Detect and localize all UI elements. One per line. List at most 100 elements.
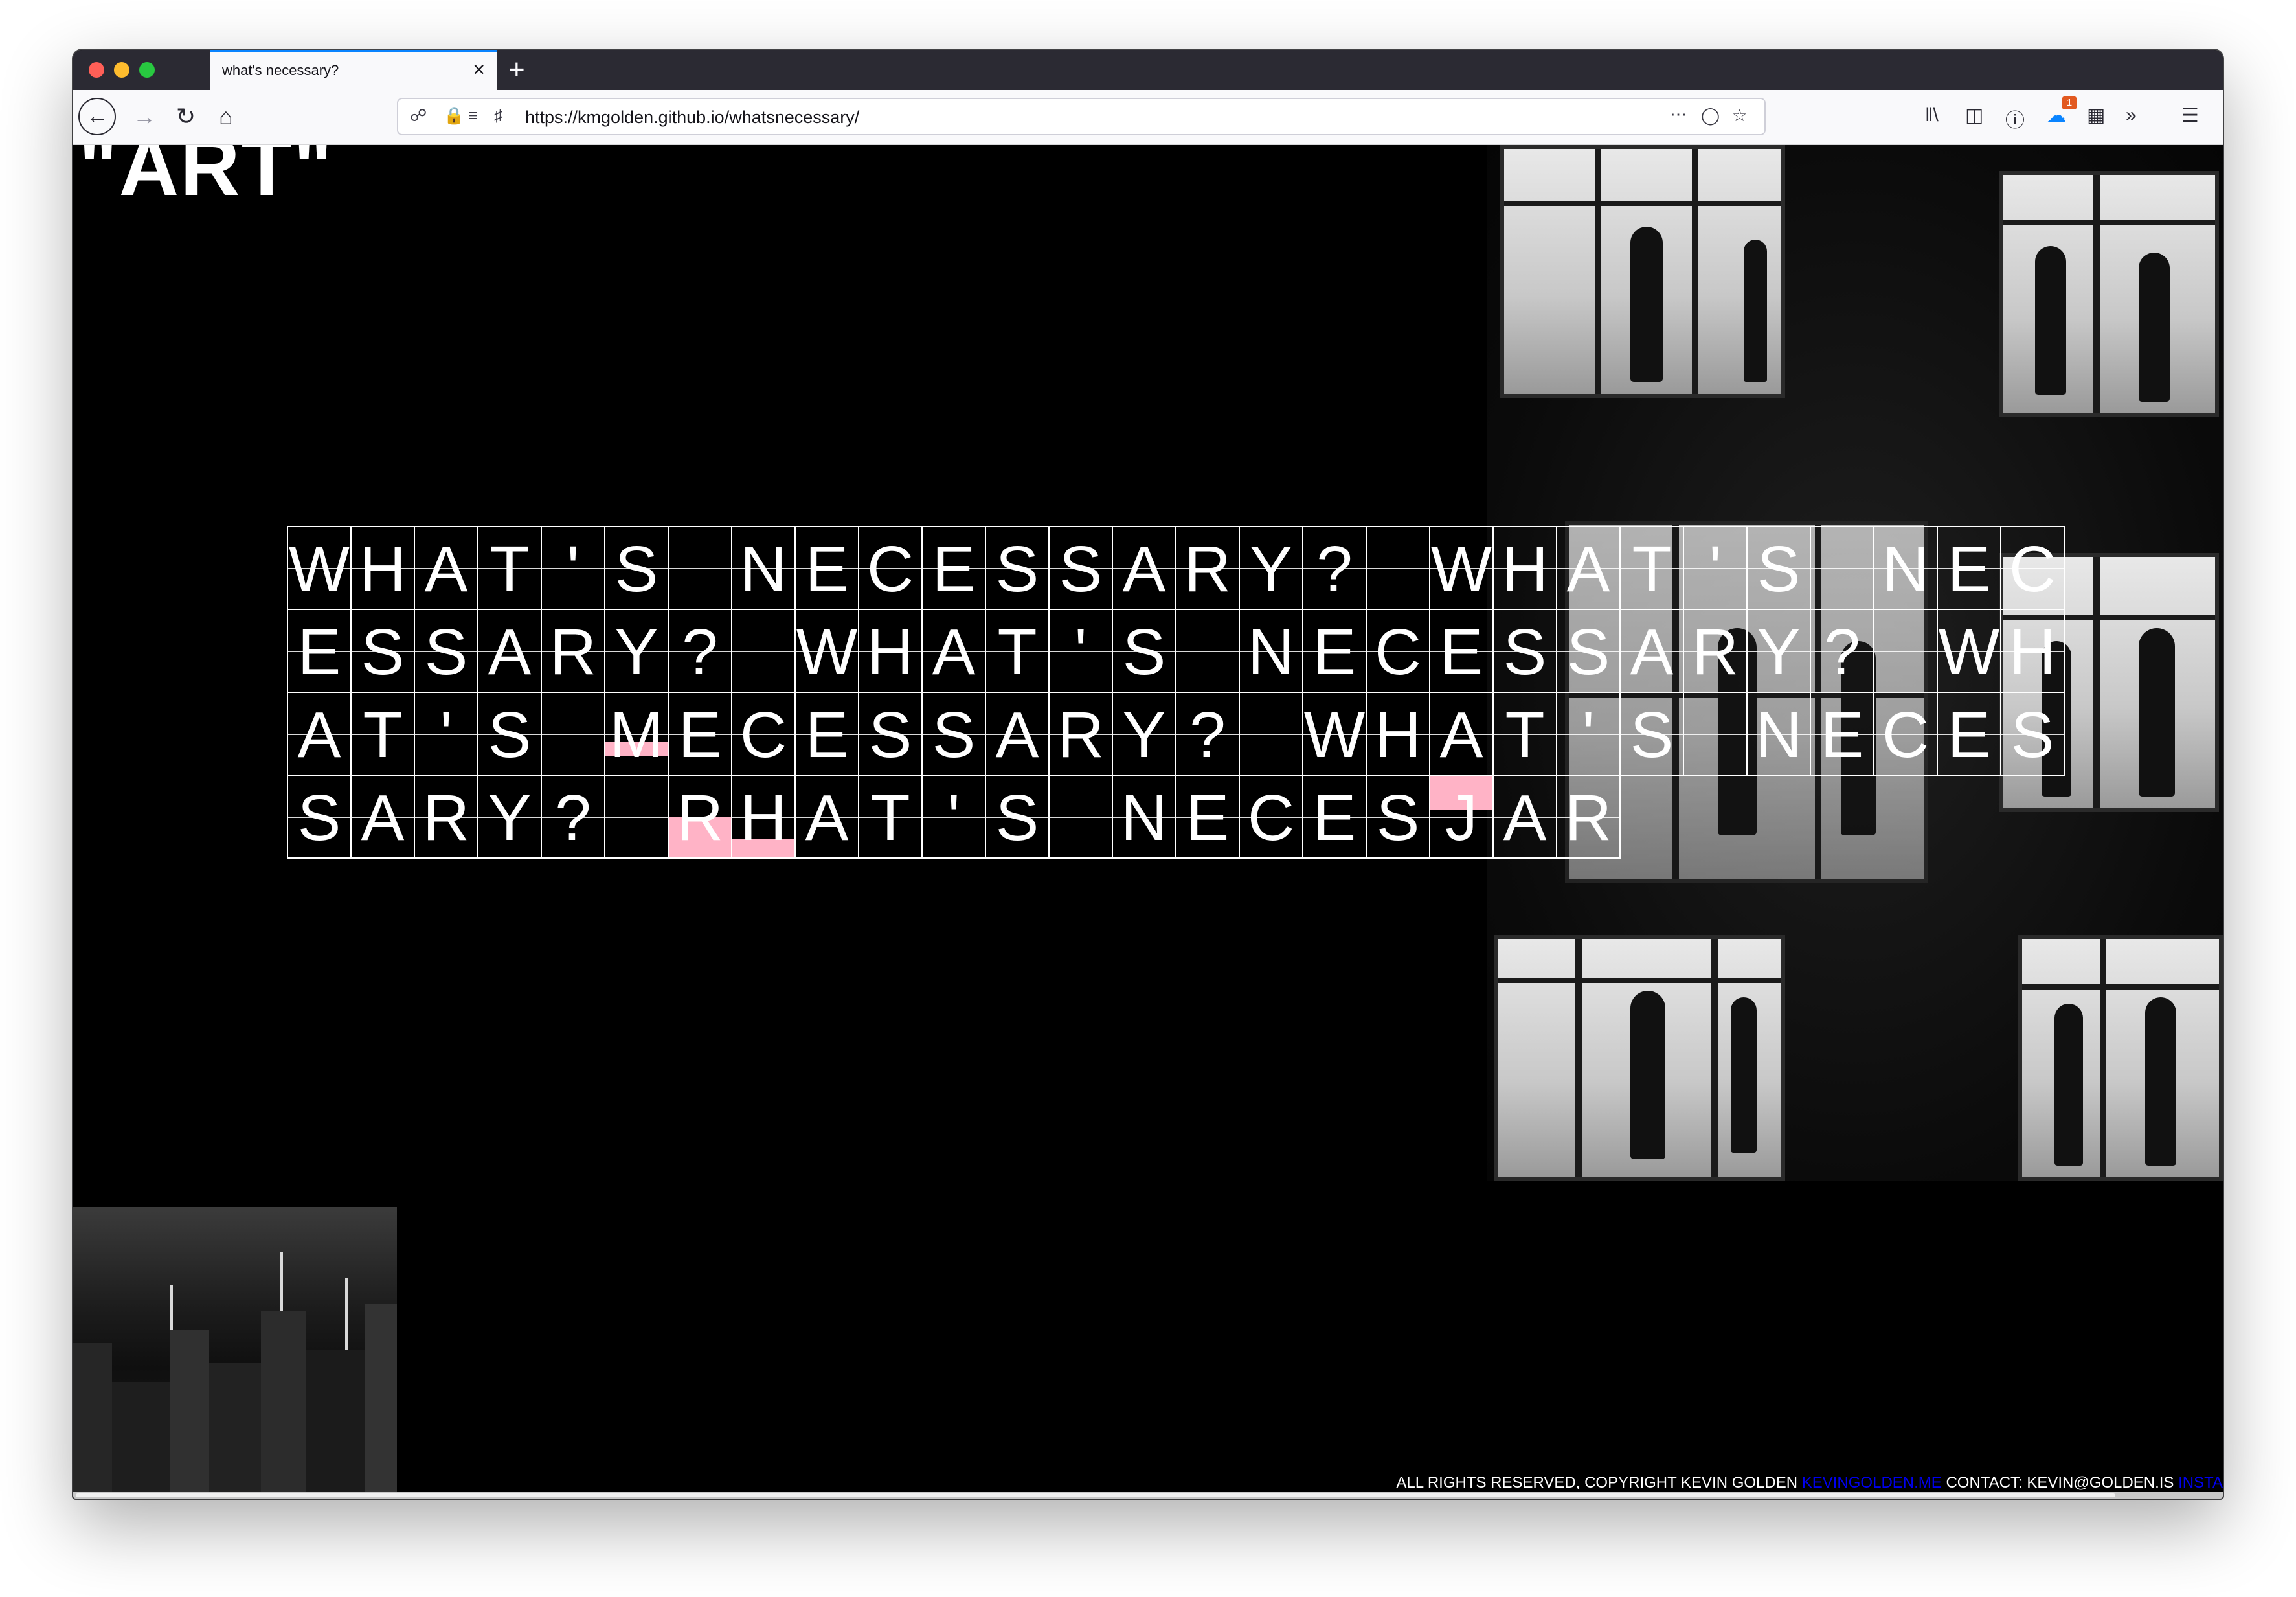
letter-cell[interactable]: A <box>921 609 986 693</box>
back-button[interactable]: ← <box>78 98 116 135</box>
letter-cell[interactable]: T <box>985 609 1050 693</box>
letter-cell[interactable]: S <box>985 526 1050 610</box>
letter-cell[interactable]: T <box>1492 692 1557 776</box>
letter-cell[interactable]: T <box>477 526 542 610</box>
website-link[interactable]: KEVINGOLDEN.ME <box>1802 1474 1942 1491</box>
letter-cell[interactable]: E <box>1302 609 1367 693</box>
letter-cell[interactable]: A <box>1556 526 1621 610</box>
permissions-icon[interactable]: ≡ <box>468 106 478 126</box>
letter-cell[interactable]: A <box>1492 775 1557 859</box>
letter-cell[interactable]: R <box>1556 775 1621 859</box>
letter-cell[interactable]: R <box>1048 692 1113 776</box>
letter-cell[interactable]: ? <box>1810 609 1874 693</box>
letter-cell[interactable]: S <box>350 609 415 693</box>
letter-cell[interactable]: R <box>1175 526 1240 610</box>
library-icon[interactable]: ‖\ <box>1925 104 1939 126</box>
letter-cell[interactable]: Y <box>604 609 669 693</box>
letter-cell[interactable]: C <box>858 526 923 610</box>
letter-cell[interactable]: ? <box>541 775 605 859</box>
reload-button[interactable]: ↻ <box>168 99 204 134</box>
url-bar[interactable]: ☍ 🔒 ≡ ♯ https://kmgolden.github.io/whats… <box>397 98 1766 135</box>
tab-active[interactable]: what's necessary? × <box>210 50 497 91</box>
letter-cell[interactable]: E <box>1937 692 2001 776</box>
letter-cell[interactable]: S <box>1746 526 1811 610</box>
letter-cell[interactable]: N <box>731 526 796 610</box>
letter-cell[interactable]: H <box>2000 609 2065 693</box>
letter-cell[interactable]: S <box>2000 692 2065 776</box>
letter-cell[interactable]: E <box>1302 775 1367 859</box>
letter-cell[interactable]: A <box>350 775 415 859</box>
letter-cell[interactable]: W <box>287 526 352 610</box>
letter-cell[interactable]: E <box>794 692 859 776</box>
forward-button[interactable]: → <box>126 99 163 134</box>
url-text[interactable]: https://kmgolden.github.io/whatsnecessar… <box>525 108 859 128</box>
letter-cell[interactable]: ' <box>921 775 986 859</box>
letter-cell[interactable]: A <box>1619 609 1684 693</box>
letter-cell[interactable]: S <box>287 775 352 859</box>
autoplay-blocked-icon[interactable]: ♯ <box>494 106 502 126</box>
letter-cell[interactable]: N <box>1239 609 1303 693</box>
letter-cell[interactable]: H <box>858 609 923 693</box>
letter-cell[interactable]: S <box>1492 609 1557 693</box>
letter-cell[interactable] <box>1366 526 1430 610</box>
letter-cell[interactable]: E <box>1175 775 1240 859</box>
letter-cell[interactable]: S <box>1112 609 1176 693</box>
letter-cell[interactable]: A <box>1112 526 1176 610</box>
letter-cell[interactable]: C <box>1873 692 1938 776</box>
letter-cell[interactable]: A <box>287 692 352 776</box>
letter-cell[interactable]: ? <box>668 609 732 693</box>
letter-cell[interactable]: Y <box>1239 526 1303 610</box>
letter-cell[interactable]: ? <box>1175 692 1240 776</box>
letter-cell[interactable]: R <box>541 609 605 693</box>
letter-cell[interactable]: S <box>921 692 986 776</box>
letter-cell[interactable]: N <box>1112 775 1176 859</box>
letter-cell[interactable] <box>604 775 669 859</box>
letter-cell[interactable] <box>1810 526 1874 610</box>
horizontal-scrollbar[interactable] <box>73 1492 2223 1499</box>
letter-cell[interactable] <box>668 526 732 610</box>
letter-cell[interactable] <box>1873 609 1938 693</box>
letter-cell[interactable]: S <box>985 775 1050 859</box>
letter-cell[interactable]: S <box>1619 692 1684 776</box>
letter-cell[interactable]: E <box>1937 526 2001 610</box>
letter-cell[interactable]: S <box>858 692 923 776</box>
new-tab-button[interactable]: + <box>508 54 525 86</box>
letter-cell[interactable]: ' <box>414 692 478 776</box>
letter-cell[interactable]: Y <box>1112 692 1176 776</box>
letter-cell[interactable] <box>1175 609 1240 693</box>
bookmark-star-icon[interactable]: ☆ <box>1732 106 1747 126</box>
letter-cell[interactable]: N <box>1873 526 1938 610</box>
letter-cell[interactable]: A <box>414 526 478 610</box>
letter-cell[interactable]: C <box>2000 526 2065 610</box>
letter-cell[interactable]: H <box>350 526 415 610</box>
letter-cell[interactable]: A <box>477 609 542 693</box>
instagram-link[interactable]: INSTA <box>2178 1474 2223 1491</box>
password-manager-icon[interactable]: ⓘ <box>2005 104 2025 133</box>
letter-cell[interactable]: ' <box>1048 609 1113 693</box>
tab-close-icon[interactable]: × <box>473 58 485 82</box>
zoom-window-button[interactable] <box>139 62 155 78</box>
letter-cell[interactable]: S <box>1366 775 1430 859</box>
letter-cell[interactable]: E <box>1429 609 1494 693</box>
page-actions-icon[interactable]: ⋯ <box>1670 104 1687 124</box>
home-button[interactable]: ⌂ <box>208 99 244 134</box>
letter-cell[interactable]: W <box>1302 692 1367 776</box>
letter-cell[interactable]: Y <box>1746 609 1811 693</box>
letter-cell[interactable]: W <box>794 609 859 693</box>
letter-cell[interactable]: ' <box>1556 692 1621 776</box>
letter-cell[interactable]: E <box>794 526 859 610</box>
letter-cell[interactable]: N <box>1746 692 1811 776</box>
letter-cell[interactable]: T <box>350 692 415 776</box>
letter-cell[interactable]: Y <box>477 775 542 859</box>
letter-cell[interactable]: ' <box>1683 526 1748 610</box>
letter-cell[interactable]: E <box>921 526 986 610</box>
letter-cell[interactable]: H <box>1366 692 1430 776</box>
letter-cell[interactable]: R <box>668 775 732 859</box>
overflow-chevron-icon[interactable]: » <box>2126 104 2137 126</box>
letter-cell[interactable]: W <box>1429 526 1494 610</box>
letter-cell[interactable]: S <box>604 526 669 610</box>
letter-cell[interactable]: R <box>414 775 478 859</box>
letter-cell[interactable]: ? <box>1302 526 1367 610</box>
letter-cell[interactable]: R <box>1683 609 1748 693</box>
letter-cell[interactable]: E <box>287 609 352 693</box>
